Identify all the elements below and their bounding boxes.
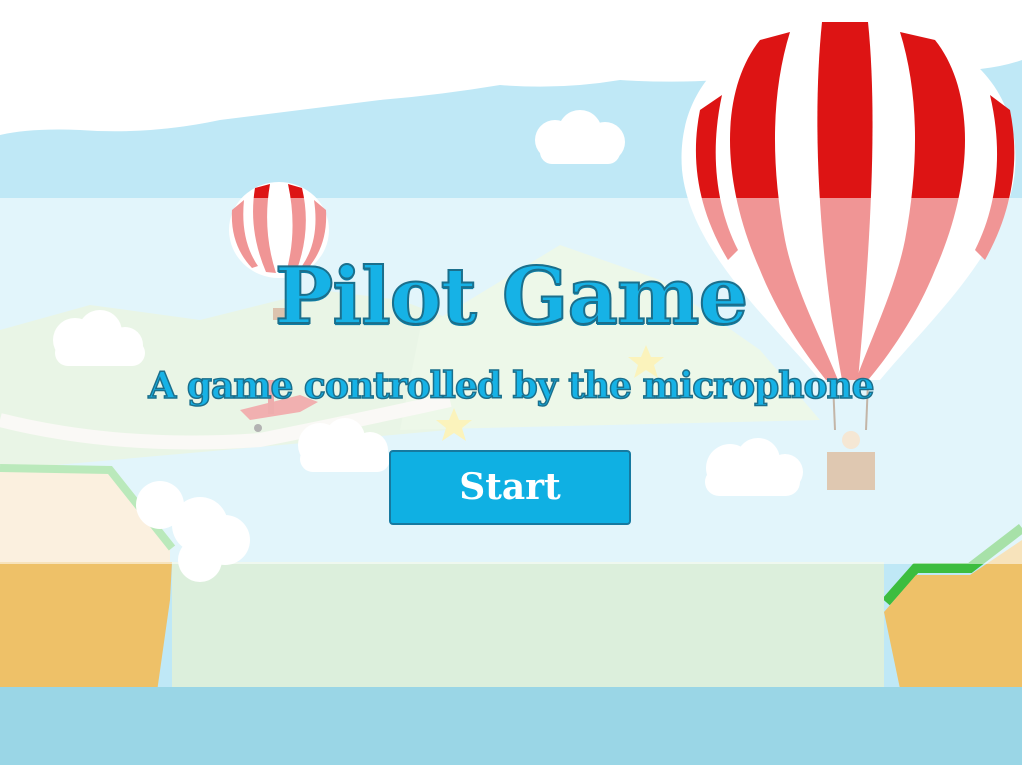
game-stage: Pilot Game A game controlled by the micr… xyxy=(0,0,1022,765)
subtitle-container: A game controlled by the microphone xyxy=(0,362,1022,410)
water xyxy=(0,687,1022,765)
game-subtitle: A game controlled by the microphone xyxy=(148,364,876,408)
title-container: Pilot Game xyxy=(0,251,1022,343)
start-button[interactable]: Start xyxy=(389,450,631,525)
game-title: Pilot Game xyxy=(274,251,749,343)
